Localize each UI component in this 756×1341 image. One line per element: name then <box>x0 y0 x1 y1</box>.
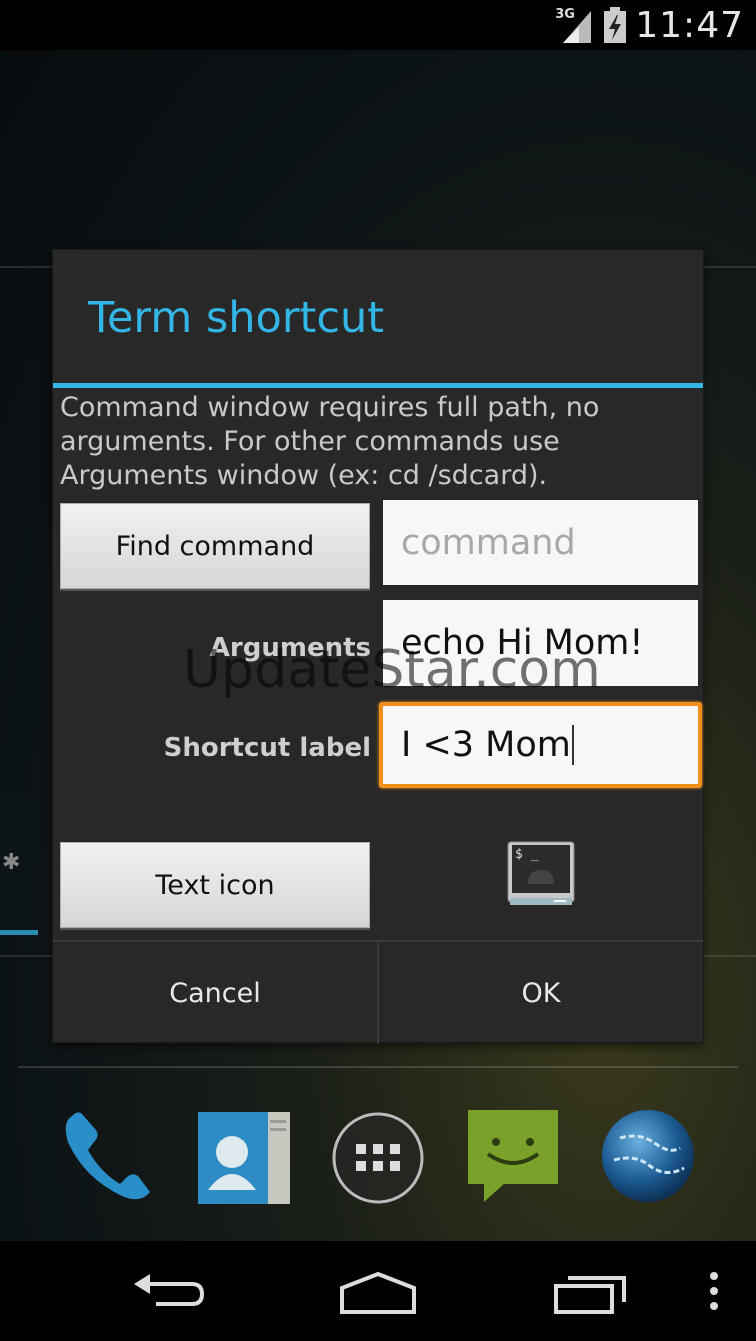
dialog-header: Term shortcut <box>53 250 703 383</box>
text-caret <box>571 725 574 765</box>
shortcut-label-label: Shortcut label <box>163 733 371 763</box>
svg-text:$ _: $ _ <box>515 847 539 862</box>
home-widget-edge: ✱ <box>0 795 38 935</box>
text-icon-button[interactable]: Text icon <box>60 842 370 928</box>
watermark: UpdateStar.com <box>183 640 601 700</box>
back-icon[interactable] <box>130 1266 206 1316</box>
dialog-title: Term shortcut <box>88 293 385 343</box>
cancel-button[interactable]: Cancel <box>53 942 377 1044</box>
contacts-icon[interactable] <box>196 1110 292 1206</box>
messaging-icon[interactable] <box>466 1108 560 1204</box>
mobile-signal-icon: 3G <box>555 5 595 45</box>
dialog-description: Command window requires full path, no ar… <box>60 392 600 491</box>
dock-divider <box>18 1066 738 1068</box>
browser-icon[interactable] <box>600 1108 696 1204</box>
ok-button[interactable]: OK <box>379 942 703 1044</box>
clock: 11:47 <box>635 4 744 46</box>
phone-icon[interactable] <box>58 1108 160 1204</box>
home-icon[interactable] <box>338 1266 418 1316</box>
terminal-icon[interactable]: $ _ <box>506 840 576 908</box>
recent-apps-icon[interactable] <box>552 1266 630 1316</box>
term-shortcut-dialog: Term shortcut Command window requires fu… <box>53 250 703 1044</box>
find-command-button[interactable]: Find command <box>60 503 370 589</box>
gear-icon: ✱ <box>2 850 21 875</box>
shortcut-label-input[interactable]: I <3 Mom <box>379 702 702 788</box>
status-bar: 3G 11:47 <box>0 0 756 50</box>
dialog-button-bar: Cancel OK <box>53 940 703 1044</box>
dialog-title-divider <box>53 383 703 388</box>
command-input[interactable]: command <box>383 500 698 585</box>
app-drawer-icon[interactable] <box>330 1110 426 1206</box>
shortcut-label-value: I <3 Mom <box>401 725 571 765</box>
overflow-menu-icon[interactable] <box>706 1266 722 1316</box>
battery-icon <box>604 7 627 43</box>
